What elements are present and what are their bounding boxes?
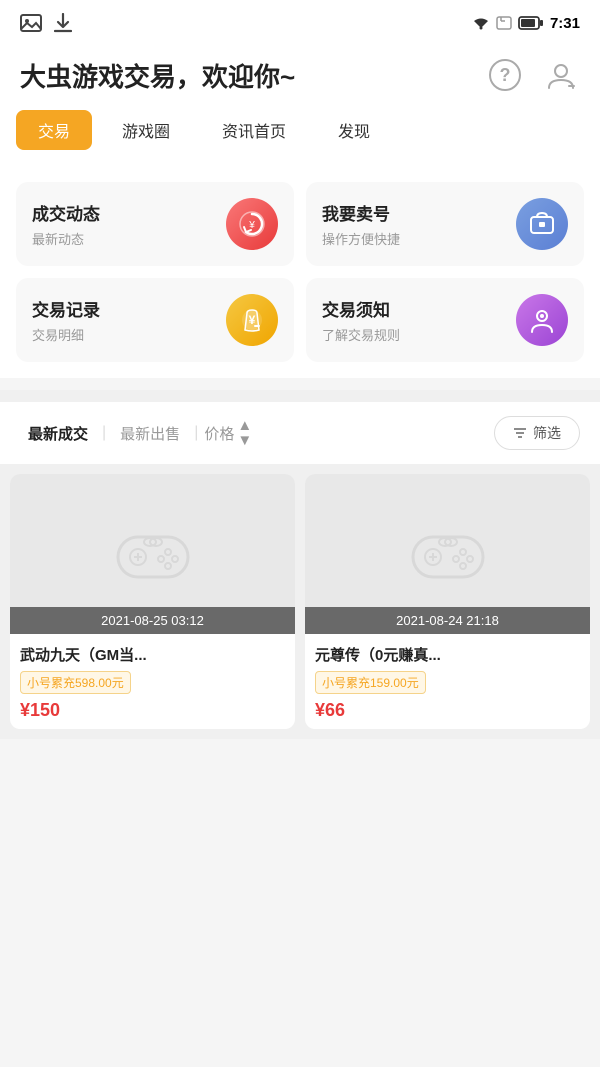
nav-tabs: 交易 游戏圈 资讯首页 发现 bbox=[0, 110, 600, 166]
product-info-1: 武动九天（GM当... 小号累充598.00元 ¥150 bbox=[10, 634, 295, 729]
card-sell-account-text: 我要卖号 操作方便快捷 bbox=[322, 200, 400, 248]
time-label: 7:31 bbox=[550, 15, 580, 32]
page-title: 大虫游戏交易，欢迎你~ bbox=[20, 57, 295, 94]
product-image-2: 2021-08-24 21:18 bbox=[305, 474, 590, 634]
filter-button[interactable]: 筛选 bbox=[494, 416, 580, 450]
game-controller-icon-1 bbox=[108, 522, 198, 587]
filter-separator-2: | bbox=[194, 424, 198, 442]
card-sell-account[interactable]: 我要卖号 操作方便快捷 bbox=[306, 182, 584, 266]
status-bar-left bbox=[20, 13, 72, 33]
card-trade-record-icon: ¥ bbox=[226, 294, 278, 346]
product-image-1: 2021-08-25 03:12 bbox=[10, 474, 295, 634]
filter-bar: 最新成交 | 最新出售 | 价格 ▲ ▼ 筛选 bbox=[0, 402, 600, 464]
tab-discover[interactable]: 发现 bbox=[316, 110, 392, 150]
sort-arrows-icon: ▲ ▼ bbox=[237, 418, 252, 448]
card-trade-record[interactable]: 交易记录 交易明细 ¥ bbox=[16, 278, 294, 362]
cards-section: 成交动态 最新动态 ¥ 我要卖号 操作方便快捷 bbox=[0, 166, 600, 378]
status-bar-right: 7:31 bbox=[472, 15, 580, 32]
product-price-2: ¥66 bbox=[315, 700, 580, 721]
product-timestamp-2: 2021-08-24 21:18 bbox=[305, 607, 590, 634]
products-section: 2021-08-25 03:12 武动九天（GM当... 小号累充598.00元… bbox=[0, 464, 600, 739]
product-info-2: 元尊传（0元赚真... 小号累充159.00元 ¥66 bbox=[305, 634, 590, 729]
signal-icon bbox=[496, 16, 512, 30]
header-icons: ? bbox=[486, 56, 580, 94]
card-trade-record-text: 交易记录 交易明细 bbox=[32, 296, 100, 344]
card-trade-notice[interactable]: 交易须知 了解交易规则 bbox=[306, 278, 584, 362]
products-grid: 2021-08-25 03:12 武动九天（GM当... 小号累充598.00元… bbox=[10, 474, 590, 729]
game-controller-icon-2 bbox=[403, 522, 493, 587]
header: 大虫游戏交易，欢迎你~ ? bbox=[0, 44, 600, 110]
card-sell-account-title: 我要卖号 bbox=[322, 200, 400, 225]
product-tag-2: 小号累充159.00元 bbox=[315, 671, 426, 694]
status-bar: 7:31 bbox=[0, 0, 600, 44]
help-button[interactable]: ? bbox=[486, 56, 524, 94]
card-deal-activity-title: 成交动态 bbox=[32, 200, 100, 225]
product-timestamp-1: 2021-08-25 03:12 bbox=[10, 607, 295, 634]
product-card-2[interactable]: 2021-08-24 21:18 元尊传（0元赚真... 小号累充159.00元… bbox=[305, 474, 590, 729]
image-icon bbox=[20, 14, 42, 32]
card-deal-activity-subtitle: 最新动态 bbox=[32, 229, 100, 248]
card-trade-record-subtitle: 交易明细 bbox=[32, 325, 100, 344]
tab-trade[interactable]: 交易 bbox=[16, 110, 92, 150]
svg-text:?: ? bbox=[500, 65, 511, 85]
product-title-2: 元尊传（0元赚真... bbox=[315, 644, 580, 665]
filter-separator-1: | bbox=[102, 424, 106, 442]
card-trade-notice-subtitle: 了解交易规则 bbox=[322, 325, 400, 344]
tab-circle[interactable]: 游戏圈 bbox=[100, 110, 192, 150]
product-tag-1: 小号累充598.00元 bbox=[20, 671, 131, 694]
svg-text:¥: ¥ bbox=[249, 313, 256, 327]
card-trade-notice-text: 交易须知 了解交易规则 bbox=[322, 296, 400, 344]
download-icon bbox=[54, 13, 72, 33]
product-price-1: ¥150 bbox=[20, 700, 285, 721]
cards-grid: 成交动态 最新动态 ¥ 我要卖号 操作方便快捷 bbox=[16, 182, 584, 362]
filter-icon bbox=[513, 426, 527, 440]
card-deal-activity-icon: ¥ bbox=[226, 198, 278, 250]
battery-icon bbox=[518, 16, 544, 30]
card-trade-notice-icon bbox=[516, 294, 568, 346]
card-trade-record-title: 交易记录 bbox=[32, 296, 100, 321]
card-deal-activity[interactable]: 成交动态 最新动态 ¥ bbox=[16, 182, 294, 266]
filter-button-label: 筛选 bbox=[533, 423, 561, 443]
filter-latest-sell[interactable]: 最新出售 bbox=[112, 419, 188, 448]
tab-news[interactable]: 资讯首页 bbox=[200, 110, 308, 150]
filter-price-label: 价格 bbox=[204, 423, 234, 444]
card-sell-account-icon bbox=[516, 198, 568, 250]
product-title-1: 武动九天（GM当... bbox=[20, 644, 285, 665]
section-divider bbox=[0, 390, 600, 402]
profile-button[interactable] bbox=[542, 56, 580, 94]
card-deal-activity-text: 成交动态 最新动态 bbox=[32, 200, 100, 248]
card-sell-account-subtitle: 操作方便快捷 bbox=[322, 229, 400, 248]
product-card-1[interactable]: 2021-08-25 03:12 武动九天（GM当... 小号累充598.00元… bbox=[10, 474, 295, 729]
filter-price[interactable]: 价格 ▲ ▼ bbox=[204, 418, 252, 448]
filter-latest-deal[interactable]: 最新成交 bbox=[20, 419, 96, 448]
wifi-icon bbox=[472, 16, 490, 30]
svg-text:¥: ¥ bbox=[248, 220, 255, 231]
card-trade-notice-title: 交易须知 bbox=[322, 296, 400, 321]
